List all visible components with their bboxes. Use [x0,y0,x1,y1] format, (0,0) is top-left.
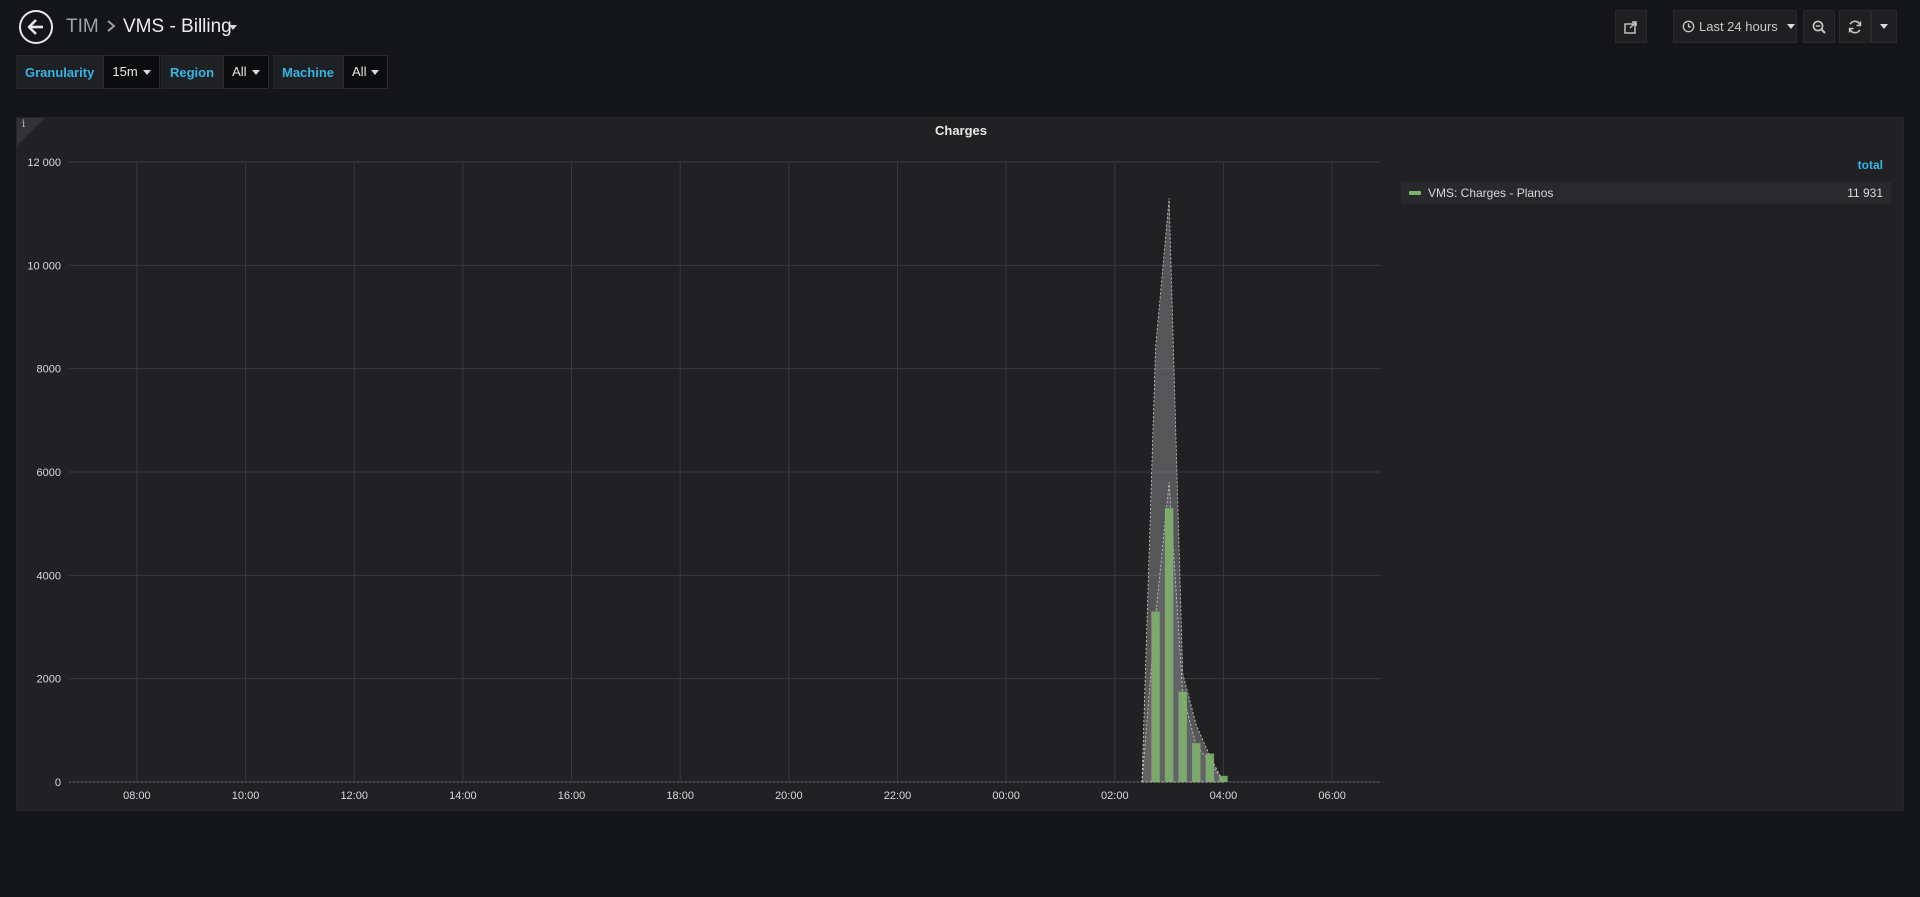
variable-value: 15m [112,64,138,79]
x-tick-label: 20:00 [775,790,803,802]
charges-panel: i Charges 0 2000 4000 6000 8000 10 000 12 000 0… [16,117,1904,811]
y-tick-label: 6000 [37,467,61,479]
legend: total VMS: Charges - Planos 11 931 [1401,158,1891,204]
time-range-picker[interactable]: Last 24 hours [1673,10,1797,43]
series-bar [1219,775,1228,782]
caret-down-icon [251,69,260,75]
chevron-right-icon [107,20,116,32]
arrow-left-icon [27,19,43,35]
variable-label: Region [161,55,224,89]
legend-series-total: 11 931 [1847,186,1883,200]
granularity-dropdown[interactable]: 15m [103,55,160,89]
y-tick-label: 0 [55,777,61,789]
charges-chart[interactable]: 0 2000 4000 6000 8000 10 000 12 000 08:00 10:00 1… [17,118,1401,812]
dashboard-caret-icon[interactable] [229,25,237,30]
x-tick-label: 18:00 [666,790,694,802]
variable-label: Machine [273,55,344,89]
legend-item[interactable]: VMS: Charges - Planos 11 931 [1401,182,1891,204]
variable-region: Region All [161,55,269,89]
share-icon [1624,20,1637,34]
refresh-interval-dropdown[interactable] [1871,10,1897,43]
x-tick-label: 00:00 [992,790,1020,802]
time-range-label: Last 24 hours [1699,19,1778,34]
y-tick-label: 4000 [37,570,61,582]
time-range-caret-icon [1786,24,1795,29]
series-bar [1192,743,1201,782]
variable-value: All [232,64,247,79]
variable-granularity: Granularity 15m [16,55,160,89]
caret-down-icon [142,69,151,75]
series-color-swatch[interactable] [1409,191,1421,195]
legend-column-total[interactable]: total [1401,158,1891,176]
series-bar [1205,753,1215,782]
x-tick-label: 02:00 [1101,790,1129,802]
variable-value: All [352,64,367,79]
variable-machine: Machine All [273,55,389,89]
zoom-out-icon [1812,20,1826,34]
refresh-icon [1848,19,1862,34]
dashboard-title[interactable]: VMS - Billing [123,16,232,38]
series-bar [1151,611,1160,782]
x-tick-label: 08:00 [123,790,151,802]
share-button[interactable] [1615,10,1647,43]
series-bar [1164,508,1174,782]
region-dropdown[interactable]: All [223,55,269,89]
breadcrumb-folder[interactable]: TIM [66,16,99,38]
x-tick-label: 04:00 [1210,790,1238,802]
machine-dropdown[interactable]: All [343,55,389,89]
top-navbar: TIM VMS - Billing Last 24 hours [0,0,1920,52]
back-button[interactable] [19,10,53,44]
caret-down-icon [1880,24,1888,29]
x-tick-label: 14:00 [449,790,477,802]
x-tick-label: 10:00 [232,790,260,802]
caret-down-icon [371,69,380,75]
x-tick-label: 06:00 [1318,790,1346,802]
refresh-button[interactable] [1839,10,1871,43]
x-tick-label: 22:00 [884,790,912,802]
legend-series-name: VMS: Charges - Planos [1428,186,1554,200]
series-bar [1178,691,1187,782]
x-tick-label: 12:00 [340,790,368,802]
zoom-out-button[interactable] [1803,10,1835,43]
y-tick-label: 2000 [37,674,61,686]
y-tick-label: 12 000 [27,157,61,169]
x-tick-label: 16:00 [558,790,586,802]
y-tick-label: 10 000 [27,260,61,272]
variable-label: Granularity [16,55,104,89]
y-tick-label: 8000 [37,364,61,376]
clock-icon [1682,20,1695,33]
